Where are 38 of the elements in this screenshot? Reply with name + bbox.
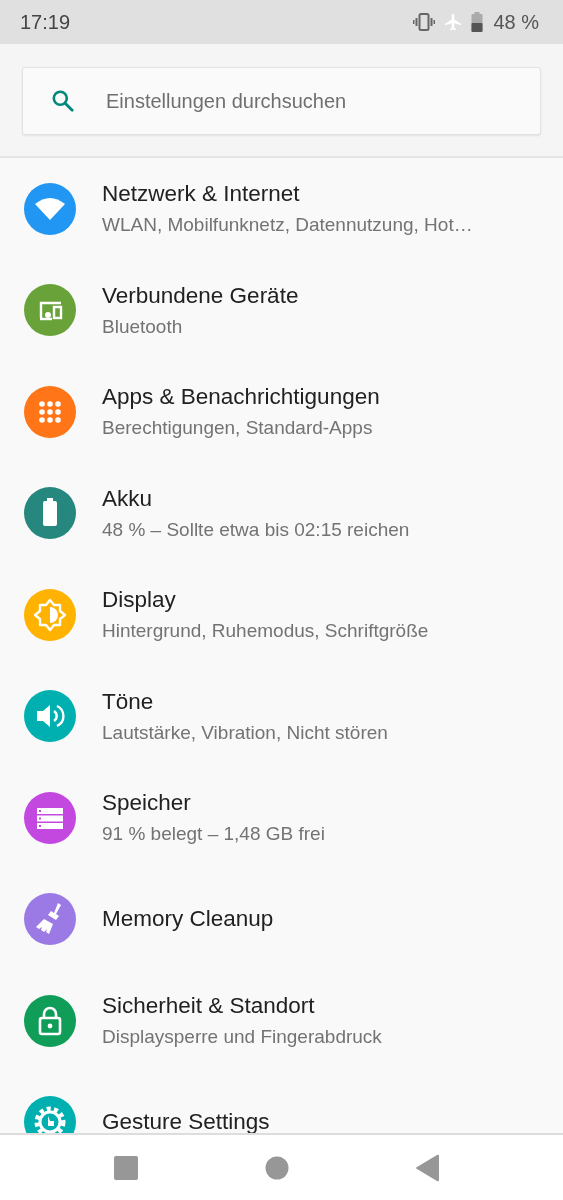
battery-icon <box>471 12 484 32</box>
settings-item[interactable]: Sicherheit & Standort Displaysperre und Fingerabdruck <box>0 970 563 1072</box>
item-title: Sicherheit & Standort <box>102 993 316 1020</box>
settings-item[interactable]: Töne Lautstärke, Vibration, Nicht stören <box>0 665 563 767</box>
clock: 17:19 <box>20 10 71 34</box>
item-summary: Lautstärke, Vibration, Nicht stören <box>102 721 388 744</box>
settings-item[interactable]: Akku 48 % – Sollte etwa bis 02:15 reichen <box>0 462 563 564</box>
item-title: Speicher <box>102 790 192 817</box>
settings-item[interactable]: Speicher 91 % belegt – 1,48 GB frei <box>0 767 563 869</box>
item-title: Display <box>102 587 177 614</box>
item-title: Verbundene Geräte <box>102 282 299 309</box>
item-summary: Hintergrund, Ruhemodus, Schriftgröße <box>102 620 429 643</box>
item-title: Apps & Benachrichtigungen <box>102 384 380 411</box>
search-field[interactable]: Einstellungen durchsuchen <box>22 67 541 135</box>
item-title: Töne <box>102 688 155 715</box>
airplane-icon <box>443 12 464 32</box>
item-title: Memory Cleanup <box>102 906 274 933</box>
vibrate-icon <box>413 13 436 31</box>
item-summary: WLAN, Mobilfunknetz, Datennutzung, Hot… <box>102 214 473 237</box>
item-title: Akku <box>102 485 154 512</box>
settings-item[interactable]: Verbundene Geräte Bluetooth <box>0 259 563 361</box>
item-title: Gesture Settings <box>102 1109 270 1133</box>
battery-percentage: 48 % <box>493 10 539 34</box>
search-icon <box>50 88 76 114</box>
settings-item[interactable]: Apps & Benachrichtigungen Berechtigungen, Standard-Apps <box>0 361 563 463</box>
search-input[interactable]: Einstellungen durchsuchen <box>106 89 540 113</box>
settings-item[interactable]: Netzwerk & Internet WLAN, Mobilfunknetz, Datennutzung, Hot… <box>0 158 563 260</box>
item-summary: 91 % belegt – 1,48 GB frei <box>102 823 325 846</box>
item-summary: 48 % – Sollte etwa bis 02:15 reichen <box>102 518 410 541</box>
settings-item[interactable]: Memory Cleanup <box>0 868 563 970</box>
item-summary: Displaysperre und Fingerabdruck <box>102 1026 382 1049</box>
item-summary: Berechtigungen, Standard-Apps <box>102 417 374 440</box>
item-title: Netzwerk & Internet <box>102 181 301 208</box>
recents-button[interactable] <box>113 1154 139 1181</box>
item-summary: Bluetooth <box>102 315 184 338</box>
back-button[interactable] <box>415 1153 441 1182</box>
home-button[interactable] <box>265 1155 289 1180</box>
settings-item[interactable]: Display Hintergrund, Ruhemodus, Schriftgröße <box>0 564 563 666</box>
